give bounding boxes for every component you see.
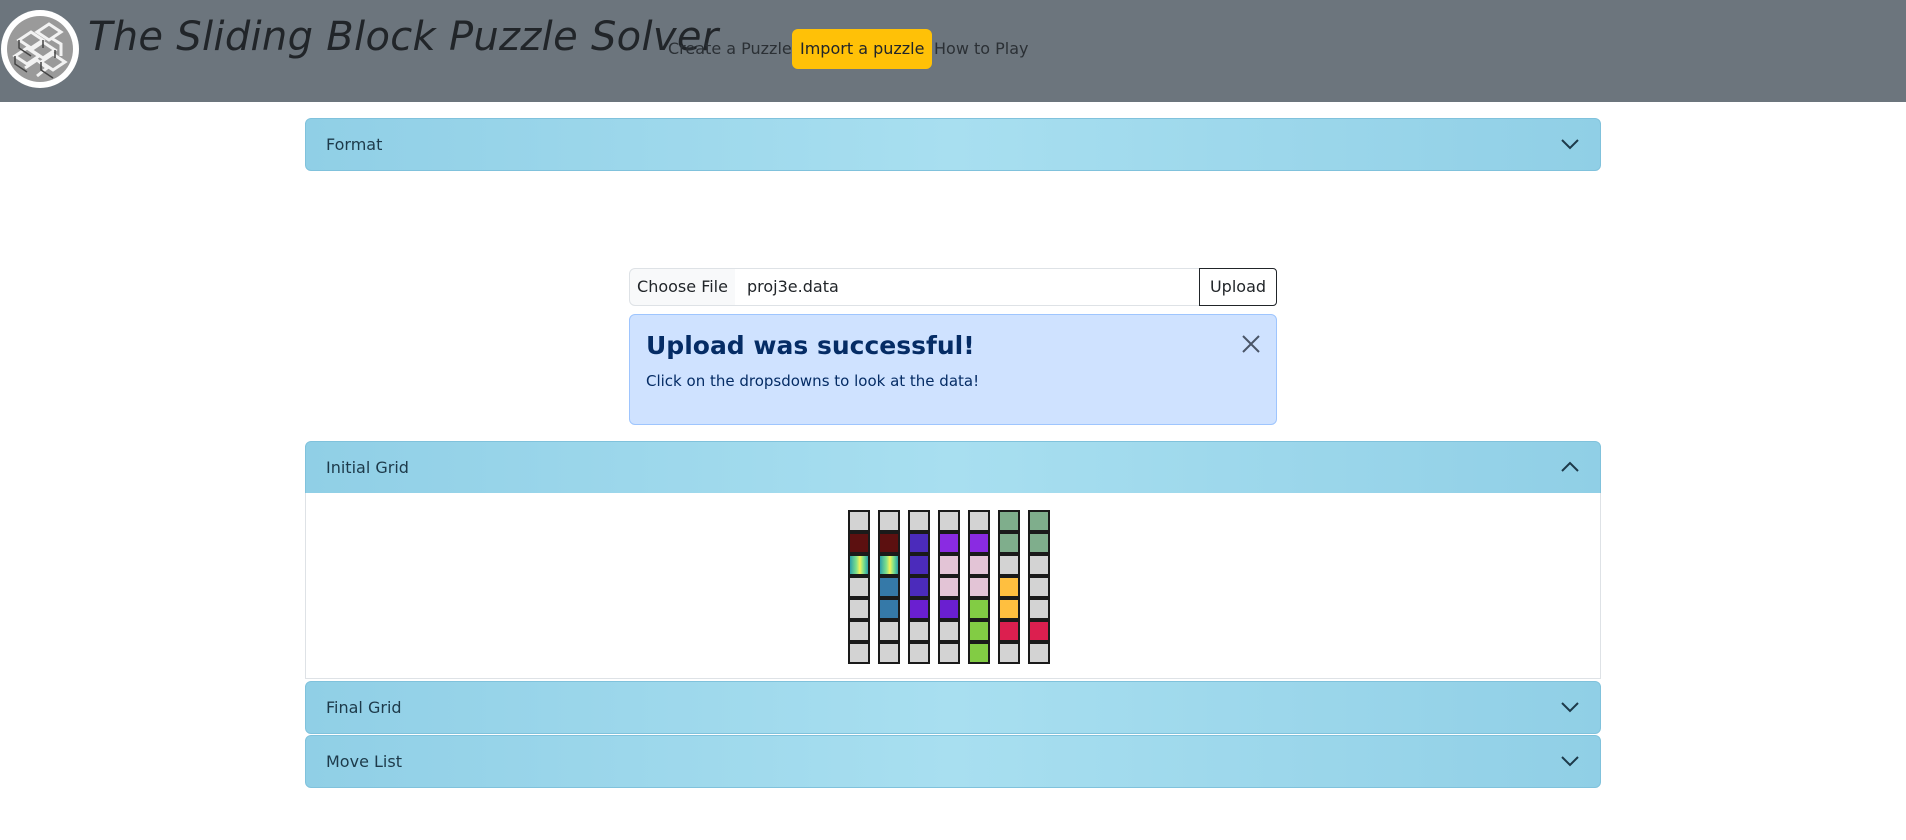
navbar: The Sliding Block Puzzle Solver Create a…	[0, 0, 1906, 102]
grid-cell-r4-c1	[878, 598, 900, 620]
grid-cell-r1-c6	[1028, 532, 1050, 554]
grid-cell-r6-c0	[848, 642, 870, 664]
initial-grid-accordion-label: Initial Grid	[326, 458, 409, 477]
grid-cell-r5-c2	[908, 620, 930, 642]
grid-cell-r2-c3	[938, 554, 960, 576]
grid-cell-r4-c5	[998, 598, 1020, 620]
grid-cell-r4-c6	[1028, 598, 1050, 620]
chevron-down-icon	[1561, 756, 1579, 767]
maze-logo-icon[interactable]	[1, 10, 79, 88]
grid-cell-r6-c2	[908, 642, 930, 664]
grid-cell-r4-c4	[968, 598, 990, 620]
grid-cell-r6-c4	[968, 642, 990, 664]
grid-cell-r0-c2	[908, 510, 930, 532]
chevron-down-icon	[1561, 702, 1579, 713]
move-list-accordion-label: Move List	[326, 752, 402, 771]
grid-cell-r1-c4	[968, 532, 990, 554]
grid-cell-r4-c2	[908, 598, 930, 620]
file-upload-group: Choose File proj3e.data Upload	[629, 268, 1277, 306]
grid-cell-r5-c1	[878, 620, 900, 642]
grid-cell-r0-c4	[968, 510, 990, 532]
initial-grid-accordion-header[interactable]: Initial Grid	[305, 441, 1601, 494]
grid-cell-r5-c3	[938, 620, 960, 642]
alert-message: Click on the dropsdowns to look at the d…	[646, 372, 980, 390]
grid-cell-r1-c0	[848, 532, 870, 554]
final-grid-accordion-header[interactable]: Final Grid	[305, 681, 1601, 734]
grid-cell-r3-c2	[908, 576, 930, 598]
grid-cell-r1-c1	[878, 532, 900, 554]
format-accordion-header[interactable]: Format	[305, 118, 1601, 171]
choose-file-button[interactable]: Choose File	[629, 268, 736, 306]
grid-cell-r6-c1	[878, 642, 900, 664]
grid-cell-r0-c0	[848, 510, 870, 532]
grid-cell-r1-c5	[998, 532, 1020, 554]
grid-cell-r2-c5	[998, 554, 1020, 576]
grid-cell-r3-c1	[878, 576, 900, 598]
grid-cell-r1-c2	[908, 532, 930, 554]
move-list-accordion-header[interactable]: Move List	[305, 735, 1601, 788]
selected-file-name[interactable]: proj3e.data	[735, 268, 1229, 306]
grid-cell-r2-c4	[968, 554, 990, 576]
grid-cell-r3-c5	[998, 576, 1020, 598]
close-icon[interactable]	[1240, 333, 1262, 355]
grid-cell-r0-c1	[878, 510, 900, 532]
grid-cell-r3-c0	[848, 576, 870, 598]
upload-success-alert: Upload was successful! Click on the drop…	[629, 314, 1277, 425]
grid-cell-r3-c6	[1028, 576, 1050, 598]
initial-puzzle-grid	[848, 510, 1050, 664]
nav-create-puzzle[interactable]: Create a Puzzle	[660, 29, 800, 69]
chevron-down-icon	[1561, 139, 1579, 150]
grid-cell-r2-c0	[848, 554, 870, 576]
final-grid-accordion-label: Final Grid	[326, 698, 402, 717]
nav-how-to-play[interactable]: How to Play	[926, 29, 1037, 69]
grid-cell-r0-c5	[998, 510, 1020, 532]
grid-cell-r5-c0	[848, 620, 870, 642]
grid-cell-r5-c6	[1028, 620, 1050, 642]
grid-cell-r6-c6	[1028, 642, 1050, 664]
grid-cell-r0-c3	[938, 510, 960, 532]
nav-import-puzzle[interactable]: Import a puzzle	[792, 29, 933, 69]
grid-cell-r6-c3	[938, 642, 960, 664]
grid-cell-r6-c5	[998, 642, 1020, 664]
grid-cell-r0-c6	[1028, 510, 1050, 532]
grid-cell-r2-c1	[878, 554, 900, 576]
grid-cell-r4-c3	[938, 598, 960, 620]
grid-cell-r3-c4	[968, 576, 990, 598]
grid-cell-r5-c5	[998, 620, 1020, 642]
alert-title: Upload was successful!	[646, 331, 975, 360]
format-accordion-label: Format	[326, 135, 383, 154]
grid-cell-r5-c4	[968, 620, 990, 642]
chevron-up-icon	[1561, 461, 1579, 472]
upload-button[interactable]: Upload	[1199, 268, 1277, 306]
grid-cell-r4-c0	[848, 598, 870, 620]
grid-cell-r1-c3	[938, 532, 960, 554]
grid-cell-r3-c3	[938, 576, 960, 598]
grid-cell-r2-c2	[908, 554, 930, 576]
app-title[interactable]: The Sliding Block Puzzle Solver	[88, 14, 719, 60]
grid-cell-r2-c6	[1028, 554, 1050, 576]
